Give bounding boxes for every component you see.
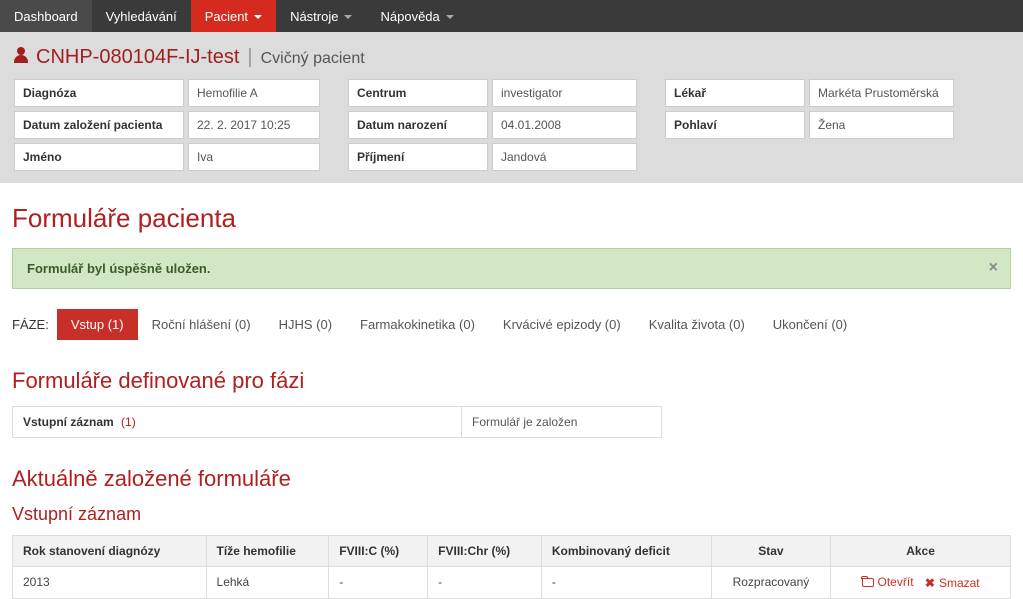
tab-ukonceni[interactable]: Ukončení (0) — [759, 309, 861, 340]
cell-year: 2013 — [13, 567, 207, 599]
created-label: Datum založení pacienta — [14, 111, 184, 139]
cell-severity: Lehká — [206, 567, 329, 599]
gender-value: Žena — [809, 111, 954, 139]
phase-label: FÁZE: — [12, 317, 49, 332]
phase-tabs: FÁZE: Vstup (1) Roční hlášení (0) HJHS (… — [12, 309, 1011, 340]
birth-label: Datum narození — [348, 111, 488, 139]
nav-tools-label: Nástroje — [290, 9, 338, 24]
patient-subtitle: Cvičný pacient — [261, 50, 365, 68]
x-icon: ✖ — [925, 576, 935, 590]
success-alert: Formulář byl úspěšně uložen. × — [12, 248, 1011, 289]
defined-form-status: Formulář je založen — [462, 406, 662, 438]
tab-krvacive-epizody[interactable]: Krvácivé epizody (0) — [489, 309, 635, 340]
defined-heading: Formuláře definované pro fázi — [12, 368, 1011, 394]
defined-form-name: Vstupní záznam — [23, 415, 114, 429]
diagnosis-label: Diagnóza — [14, 79, 184, 107]
defined-form-name-cell: Vstupní záznam (1) — [12, 406, 462, 438]
col-actions: Akce — [831, 536, 1011, 567]
nav-dashboard[interactable]: Dashboard — [0, 0, 92, 32]
patient-id: CNHP-080104F-IJ-test — [36, 46, 239, 69]
tab-vstup[interactable]: Vstup (1) — [57, 309, 138, 340]
chevron-down-icon — [254, 15, 262, 19]
alert-message: Formulář byl úspěšně uložen. — [27, 261, 210, 276]
cell-combined: - — [541, 567, 711, 599]
current-heading: Aktuálně založené formuláře — [12, 466, 1011, 492]
patient-info-grid: Diagnóza Hemofilie A Datum založení paci… — [14, 79, 1009, 171]
col-state: Stav — [711, 536, 830, 567]
tab-kvalita-zivota[interactable]: Kvalita života (0) — [635, 309, 759, 340]
tab-farmakokinetika[interactable]: Farmakokinetika (0) — [346, 309, 489, 340]
table-row: 2013 Lehká - - - Rozpracovaný Otevřít ✖ … — [13, 567, 1011, 599]
patient-title: CNHP-080104F-IJ-test | Cvičný pacient — [14, 46, 1009, 69]
chevron-down-icon — [344, 15, 352, 19]
tab-rocni-hlaseni[interactable]: Roční hlášení (0) — [138, 309, 265, 340]
defined-form-count: (1) — [121, 415, 136, 429]
main-navbar: Dashboard Vyhledávání Pacient Nástroje N… — [0, 0, 1023, 32]
cell-state: Rozpracovaný — [711, 567, 830, 599]
nav-patient-label: Pacient — [205, 9, 248, 24]
entry-records-table: Rok stanovení diagnózy Tíže hemofilie FV… — [12, 535, 1011, 599]
nav-help[interactable]: Nápověda — [366, 0, 467, 32]
delete-label: Smazat — [939, 576, 980, 590]
delete-button[interactable]: ✖ Smazat — [925, 576, 980, 590]
col-severity: Tíže hemofilie — [206, 536, 329, 567]
center-label: Centrum — [348, 79, 488, 107]
nav-patient[interactable]: Pacient — [191, 0, 276, 32]
separator: | — [247, 46, 252, 69]
col-fviii-chr: FVIII:Chr (%) — [428, 536, 542, 567]
col-fviii-c: FVIII:C (%) — [329, 536, 428, 567]
lastname-value: Jandová — [492, 143, 637, 171]
nav-help-label: Nápověda — [380, 9, 439, 24]
tab-hjhs[interactable]: HJHS (0) — [265, 309, 346, 340]
defined-forms-table: Vstupní záznam (1) Formulář je založen — [12, 406, 1011, 438]
diagnosis-value: Hemofilie A — [188, 79, 320, 107]
cell-actions: Otevřít ✖ Smazat — [831, 567, 1011, 599]
nav-tools[interactable]: Nástroje — [276, 0, 366, 32]
cell-fviii-chr: - — [428, 567, 542, 599]
gender-label: Pohlaví — [665, 111, 805, 139]
nav-search[interactable]: Vyhledávání — [92, 0, 191, 32]
firstname-value: Iva — [188, 143, 320, 171]
chevron-down-icon — [446, 15, 454, 19]
center-value: investigator — [492, 79, 637, 107]
created-value: 22. 2. 2017 10:25 — [188, 111, 320, 139]
cell-fviii-c: - — [329, 567, 428, 599]
close-icon[interactable]: × — [989, 259, 998, 277]
patient-header: CNHP-080104F-IJ-test | Cvičný pacient Di… — [0, 32, 1023, 183]
lastname-label: Příjmení — [348, 143, 488, 171]
forms-heading: Formuláře pacienta — [12, 203, 1011, 234]
birth-value: 04.01.2008 — [492, 111, 637, 139]
user-icon — [14, 47, 28, 63]
col-year: Rok stanovení diagnózy — [13, 536, 207, 567]
col-combined: Kombinovaný deficit — [541, 536, 711, 567]
firstname-label: Jméno — [14, 143, 184, 171]
doctor-label: Lékař — [665, 79, 805, 107]
doctor-value: Markéta Prustoměrská — [809, 79, 954, 107]
entry-heading: Vstupní záznam — [12, 504, 1011, 525]
folder-open-icon — [862, 578, 874, 587]
